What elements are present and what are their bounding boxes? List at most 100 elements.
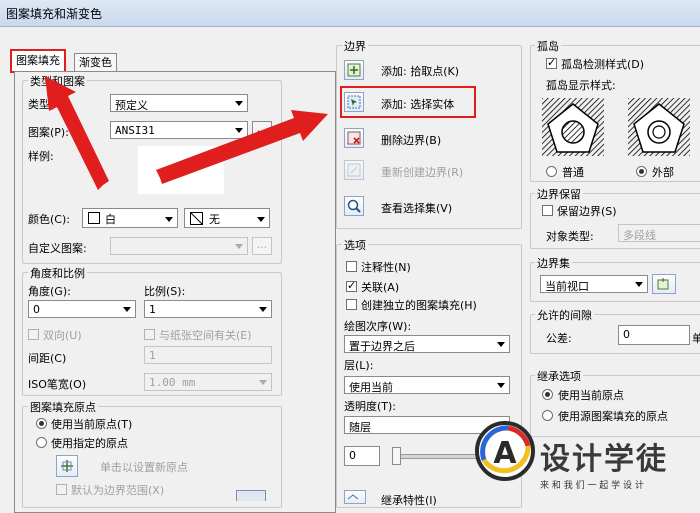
double-checkbox[interactable] [28,329,39,340]
relative-paper-label: 与纸张空间有关(E) [159,329,252,342]
spacing-label: 间距(C) [28,352,67,365]
remove-boundaries-label[interactable]: 删除边界(B) [381,132,441,148]
associative-checkbox[interactable] [346,279,357,292]
inherit-properties-icon [347,494,359,500]
layer-select[interactable]: 使用当前 [344,376,510,394]
color-select[interactable]: 白 [82,208,178,228]
tab-hatch[interactable]: 图案填充 [10,49,66,73]
retain-title: 边界保留 [535,186,583,202]
island-outer-radio[interactable] [636,166,647,177]
view-selections-label[interactable]: 查看选择集(V) [381,200,452,216]
custom-pattern-browse-button[interactable]: ... [252,237,272,255]
angle-scale-title: 角度和比例 [28,265,87,281]
use-specified-origin-radio[interactable] [36,437,47,448]
transparency-label: 透明度(T): [344,400,397,413]
transparency-slider-thumb[interactable] [392,447,401,465]
scale-label: 比例(S): [144,285,186,298]
retain-boundaries-checkbox[interactable] [542,205,553,216]
island-outer-preview-icon[interactable] [628,98,690,156]
draw-order-select[interactable]: 置于边界之后 [344,335,510,353]
boundary-set-title: 边界集 [535,255,572,271]
tab-hatch-label: 图案填充 [16,54,60,67]
scale-select[interactable]: 1 [144,300,272,318]
transparency-value: 0 [349,449,356,462]
watermark-a-icon: A [475,421,535,481]
separate-hatches-label: 创建独立的图案填充(H) [361,299,477,312]
new-boundary-set-button[interactable] [652,274,676,294]
boundary-set-select[interactable]: 当前视口 [540,275,648,293]
tab-gradient[interactable]: 渐变色 [74,53,117,72]
magnifier-icon [347,199,361,213]
island-outer-label: 外部 [652,166,674,179]
type-label: 类型(Y): [28,98,70,111]
spacing-input[interactable]: 1 [144,346,272,364]
title-bar: 图案填充和渐变色 [0,0,700,27]
watermark-logo: A 设计学徒 来 和 我 们 一 起 学 设 计 [466,412,700,500]
chevron-down-icon [119,301,135,317]
annotative-checkbox[interactable] [346,261,357,272]
use-current-origin-radio[interactable] [36,418,47,429]
island-normal-preview-icon[interactable] [542,98,604,156]
set-origin-button[interactable] [56,455,78,477]
custom-pattern-label: 自定义图案: [28,242,87,255]
inherit-options-title: 继承选项 [535,368,583,384]
chevron-down-icon [161,211,177,227]
view-selections-button[interactable] [344,196,364,216]
associative-label: 关联(A) [361,281,400,294]
chevron-down-icon [631,276,647,292]
default-extent-checkbox[interactable] [56,484,67,495]
sample-label: 样例: [28,150,54,163]
type-select[interactable]: 预定义 [110,94,248,112]
iso-pen-value: 1.00 mm [149,376,196,389]
window-title: 图案填充和渐变色 [6,7,103,21]
origin-preview-icon [236,490,266,501]
options-title: 选项 [342,237,368,253]
inherit-use-current-radio[interactable] [542,389,553,400]
pattern-browse-button[interactable]: ... [252,121,272,139]
iso-pen-select[interactable]: 1.00 mm [144,373,272,391]
type-select-value: 预定义 [115,99,148,112]
tolerance-unit: 单 [692,332,700,345]
color-select-value: 白 [105,213,116,226]
pattern-select-value: ANSI31 [115,124,155,137]
inherit-use-current-label: 使用当前原点 [558,389,624,402]
default-extent-label: 默认为边界范围(X) [71,484,165,497]
island-normal-label: 普通 [562,166,584,179]
background-color-select[interactable]: 无 [184,208,270,228]
add-select-objects-label[interactable]: 添加: 选择实体 [381,96,454,112]
annotative-label: 注释性(N) [361,261,411,274]
chevron-down-icon [255,374,271,390]
type-pattern-title: 类型和图案 [28,73,87,89]
no-fill-icon [190,212,203,225]
remove-boundaries-button[interactable] [344,128,364,148]
angle-label: 角度(G): [28,285,71,298]
draw-order-value: 置于边界之后 [349,340,415,353]
tolerance-input[interactable]: 0 [618,325,690,345]
relative-paper-checkbox[interactable] [144,329,155,340]
separate-hatches-checkbox[interactable] [346,299,357,310]
scale-select-value: 1 [149,303,156,316]
object-type-select[interactable]: 多段线 [618,224,700,242]
inherit-properties-button[interactable] [344,490,366,504]
object-type-label: 对象类型: [546,230,594,243]
sample-preview[interactable] [138,146,224,194]
add-pick-points-button[interactable] [344,60,364,80]
object-type-value: 多段线 [623,229,656,242]
recreate-boundary-icon [347,163,361,177]
origin-title: 图案填充原点 [28,399,98,415]
angle-select[interactable]: 0 [28,300,136,318]
pattern-select[interactable]: ANSI31 [110,121,248,139]
recreate-boundary-button[interactable] [344,160,364,180]
custom-pattern-select[interactable] [110,237,248,255]
use-specified-origin-label: 使用指定的原点 [51,437,128,450]
island-normal-radio[interactable] [546,166,557,177]
recreate-boundary-label[interactable]: 重新创建边界(R) [381,164,463,180]
add-pick-points-label[interactable]: 添加: 拾取点(K) [381,63,459,79]
inherit-properties-label[interactable]: 继承特性(I) [381,492,437,508]
add-select-objects-button[interactable] [344,92,364,112]
island-detection-checkbox[interactable] [546,56,557,69]
watermark-letter: A [493,436,517,471]
retain-boundaries-label: 保留边界(S) [557,205,617,218]
island-detection-label: 孤岛检测样式(D) [561,58,645,71]
transparency-value-input[interactable]: 0 [344,446,380,466]
